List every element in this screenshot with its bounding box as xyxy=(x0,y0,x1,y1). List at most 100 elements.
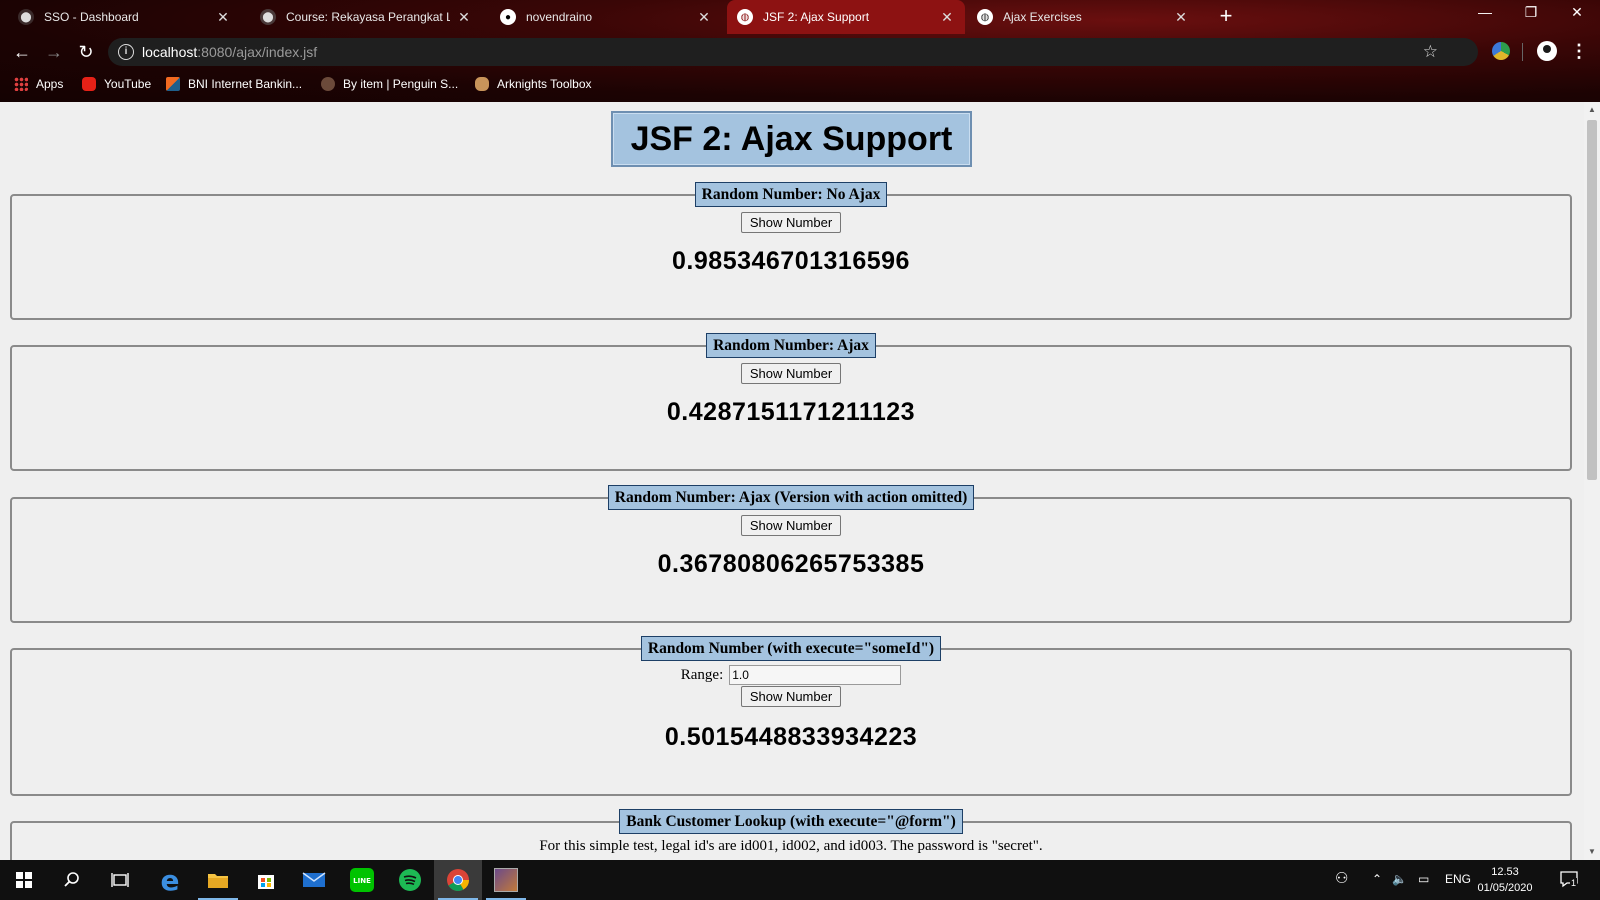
globe-icon: ◍ xyxy=(977,9,993,25)
extension-icon[interactable] xyxy=(1492,42,1510,60)
section-legend: Random Number: No Ajax xyxy=(694,182,888,207)
minimize-icon[interactable]: — xyxy=(1470,4,1500,20)
mail-icon[interactable] xyxy=(290,860,338,900)
page-scrollbar[interactable]: ▲ ▼ xyxy=(1584,102,1600,860)
range-label: Range: xyxy=(680,666,724,683)
address-bar[interactable]: i localhost:8080/ajax/index.jsf ☆ xyxy=(108,38,1478,66)
new-tab-button[interactable]: + xyxy=(1215,5,1237,27)
notification-center-icon[interactable]: 1 xyxy=(1560,870,1580,890)
url-path: :8080/ajax/index.jsf xyxy=(197,44,318,60)
bookmark-label: YouTube xyxy=(104,77,152,91)
tab-title: Course: Rekayasa Perangkat Lunak xyxy=(286,10,450,24)
chrome-icon[interactable] xyxy=(434,860,482,900)
browser-toolbar: ← → ↻ i localhost:8080/ajax/index.jsf ☆ … xyxy=(0,34,1600,70)
bookmark-label: By item | Penguin S... xyxy=(343,77,459,91)
close-icon[interactable]: ✕ xyxy=(1173,9,1189,26)
bni-icon xyxy=(166,77,180,91)
tab-strip: ⬤ SSO - Dashboard ✕ ⬤ Course: Rekayasa P… xyxy=(0,0,1600,34)
microsoft-store-icon[interactable] xyxy=(242,860,290,900)
course-favicon-icon: ⬤ xyxy=(260,9,276,25)
bookmark-penguin[interactable]: By item | Penguin S... xyxy=(321,77,458,91)
toolbar-divider xyxy=(1522,43,1523,61)
section-ajax-action-omitted: Random Number: Ajax (Version with action… xyxy=(10,485,1572,623)
random-number-result: 0.5015448833934223 xyxy=(664,723,918,751)
show-number-button[interactable]: Show Number xyxy=(740,212,842,233)
section-legend: Random Number: Ajax (Version with action… xyxy=(607,485,975,510)
task-view-icon[interactable] xyxy=(96,860,144,900)
forward-arrow-icon[interactable]: → xyxy=(42,40,66,64)
chevron-up-icon[interactable]: ⌃ xyxy=(1372,872,1382,886)
tab-ajax-exercises[interactable]: ◍ Ajax Exercises ✕ xyxy=(967,0,1199,34)
close-icon[interactable]: ✕ xyxy=(939,9,955,26)
game-app-icon[interactable] xyxy=(482,860,530,900)
tab-title: SSO - Dashboard xyxy=(44,10,139,24)
network-icon[interactable]: ▭ xyxy=(1418,872,1429,886)
section-legend: Random Number: Ajax xyxy=(706,333,876,358)
section-no-ajax: Random Number: No Ajax Show Number 0.985… xyxy=(10,182,1572,320)
penguin-icon xyxy=(321,77,335,91)
clock-time: 12.53 xyxy=(1491,866,1519,878)
bookmark-label: BNI Internet Bankin... xyxy=(188,77,303,91)
close-icon[interactable]: ✕ xyxy=(696,9,712,26)
bookmark-youtube[interactable]: YouTube xyxy=(82,77,151,91)
tab-title: JSF 2: Ajax Support xyxy=(763,10,870,24)
bookmark-apps[interactable]: Apps xyxy=(14,77,63,91)
tab-sso-dashboard[interactable]: ⬤ SSO - Dashboard ✕ xyxy=(8,0,241,34)
search-icon[interactable] xyxy=(48,860,96,900)
bookmark-bni[interactable]: BNI Internet Bankin... xyxy=(166,77,302,91)
random-number-result: 0.36780806265753385 xyxy=(657,550,925,578)
apps-grid-icon xyxy=(14,77,28,91)
bookmark-star-icon[interactable]: ☆ xyxy=(1423,42,1438,62)
lookup-description: For this simple test, legal id's are id0… xyxy=(539,838,1043,854)
svg-text:LINE: LINE xyxy=(353,877,371,885)
scrollbar-thumb[interactable] xyxy=(1587,120,1597,480)
show-number-button[interactable]: Show Number xyxy=(740,515,842,536)
info-icon[interactable]: i xyxy=(118,44,134,60)
youtube-icon xyxy=(82,77,96,91)
kebab-menu-icon[interactable]: ⋮ xyxy=(1570,39,1588,63)
section-bank-customer-lookup: Bank Customer Lookup (with execute="@for… xyxy=(10,809,1572,860)
tab-title: novendraino xyxy=(526,10,593,24)
profile-avatar-icon[interactable] xyxy=(1537,41,1557,61)
scroll-down-icon[interactable]: ▼ xyxy=(1584,844,1600,860)
range-input[interactable] xyxy=(729,665,902,685)
section-legend: Bank Customer Lookup (with execute="@for… xyxy=(619,809,963,834)
back-arrow-icon[interactable]: ← xyxy=(10,40,34,64)
bookmark-label: Apps xyxy=(36,77,64,91)
section-ajax: Random Number: Ajax Show Number 0.428715… xyxy=(10,333,1572,471)
close-icon[interactable]: ✕ xyxy=(456,9,472,26)
speaker-icon[interactable]: 🔈 xyxy=(1392,872,1407,886)
bookmark-label: Arknights Toolbox xyxy=(497,77,592,91)
tab-course-rpl[interactable]: ⬤ Course: Rekayasa Perangkat Lunak ✕ xyxy=(250,0,482,34)
people-icon[interactable]: ⚇ xyxy=(1335,869,1348,887)
spotify-icon[interactable] xyxy=(386,860,434,900)
tab-jsf-ajax-support[interactable]: ◍ JSF 2: Ajax Support ✕ xyxy=(727,0,965,34)
random-number-result: 0.4287151171211123 xyxy=(666,398,916,426)
url-host: localhost xyxy=(142,44,198,60)
close-icon[interactable]: ✕ xyxy=(215,9,231,26)
section-execute-someid: Random Number (with execute="someId") Ra… xyxy=(10,636,1572,796)
restore-icon[interactable]: ❐ xyxy=(1516,4,1546,21)
bookmark-arknights[interactable]: Arknights Toolbox xyxy=(475,77,592,91)
shield-favicon-icon: ⬤ xyxy=(18,9,34,25)
file-explorer-icon[interactable] xyxy=(194,860,242,900)
window-close-icon[interactable]: ✕ xyxy=(1562,4,1592,21)
clock-date: 01/05/2020 xyxy=(1477,882,1533,894)
bookmarks-bar: Apps YouTube BNI Internet Bankin... By i… xyxy=(0,70,1600,102)
reload-icon[interactable]: ↻ xyxy=(74,40,98,64)
show-number-button[interactable]: Show Number xyxy=(740,363,842,384)
github-icon: ● xyxy=(500,9,516,25)
windows-start-icon[interactable] xyxy=(0,860,48,900)
system-clock[interactable]: 12.53 01/05/2020 xyxy=(1468,864,1542,896)
tab-github-novendraino[interactable]: ● novendraino ✕ xyxy=(490,0,722,34)
page-title: JSF 2: Ajax Support xyxy=(611,111,972,167)
page-viewport: JSF 2: Ajax Support Random Number: No Aj… xyxy=(0,102,1584,860)
scroll-up-icon[interactable]: ▲ xyxy=(1584,102,1600,118)
show-number-button[interactable]: Show Number xyxy=(740,686,842,707)
line-messenger-icon[interactable]: LINE xyxy=(338,860,386,900)
globe-icon: ◍ xyxy=(737,9,753,25)
arknights-icon xyxy=(475,77,489,91)
edge-icon[interactable]: e xyxy=(146,860,194,900)
tab-title: Ajax Exercises xyxy=(1003,10,1082,24)
section-legend: Random Number (with execute="someId") xyxy=(640,636,942,661)
